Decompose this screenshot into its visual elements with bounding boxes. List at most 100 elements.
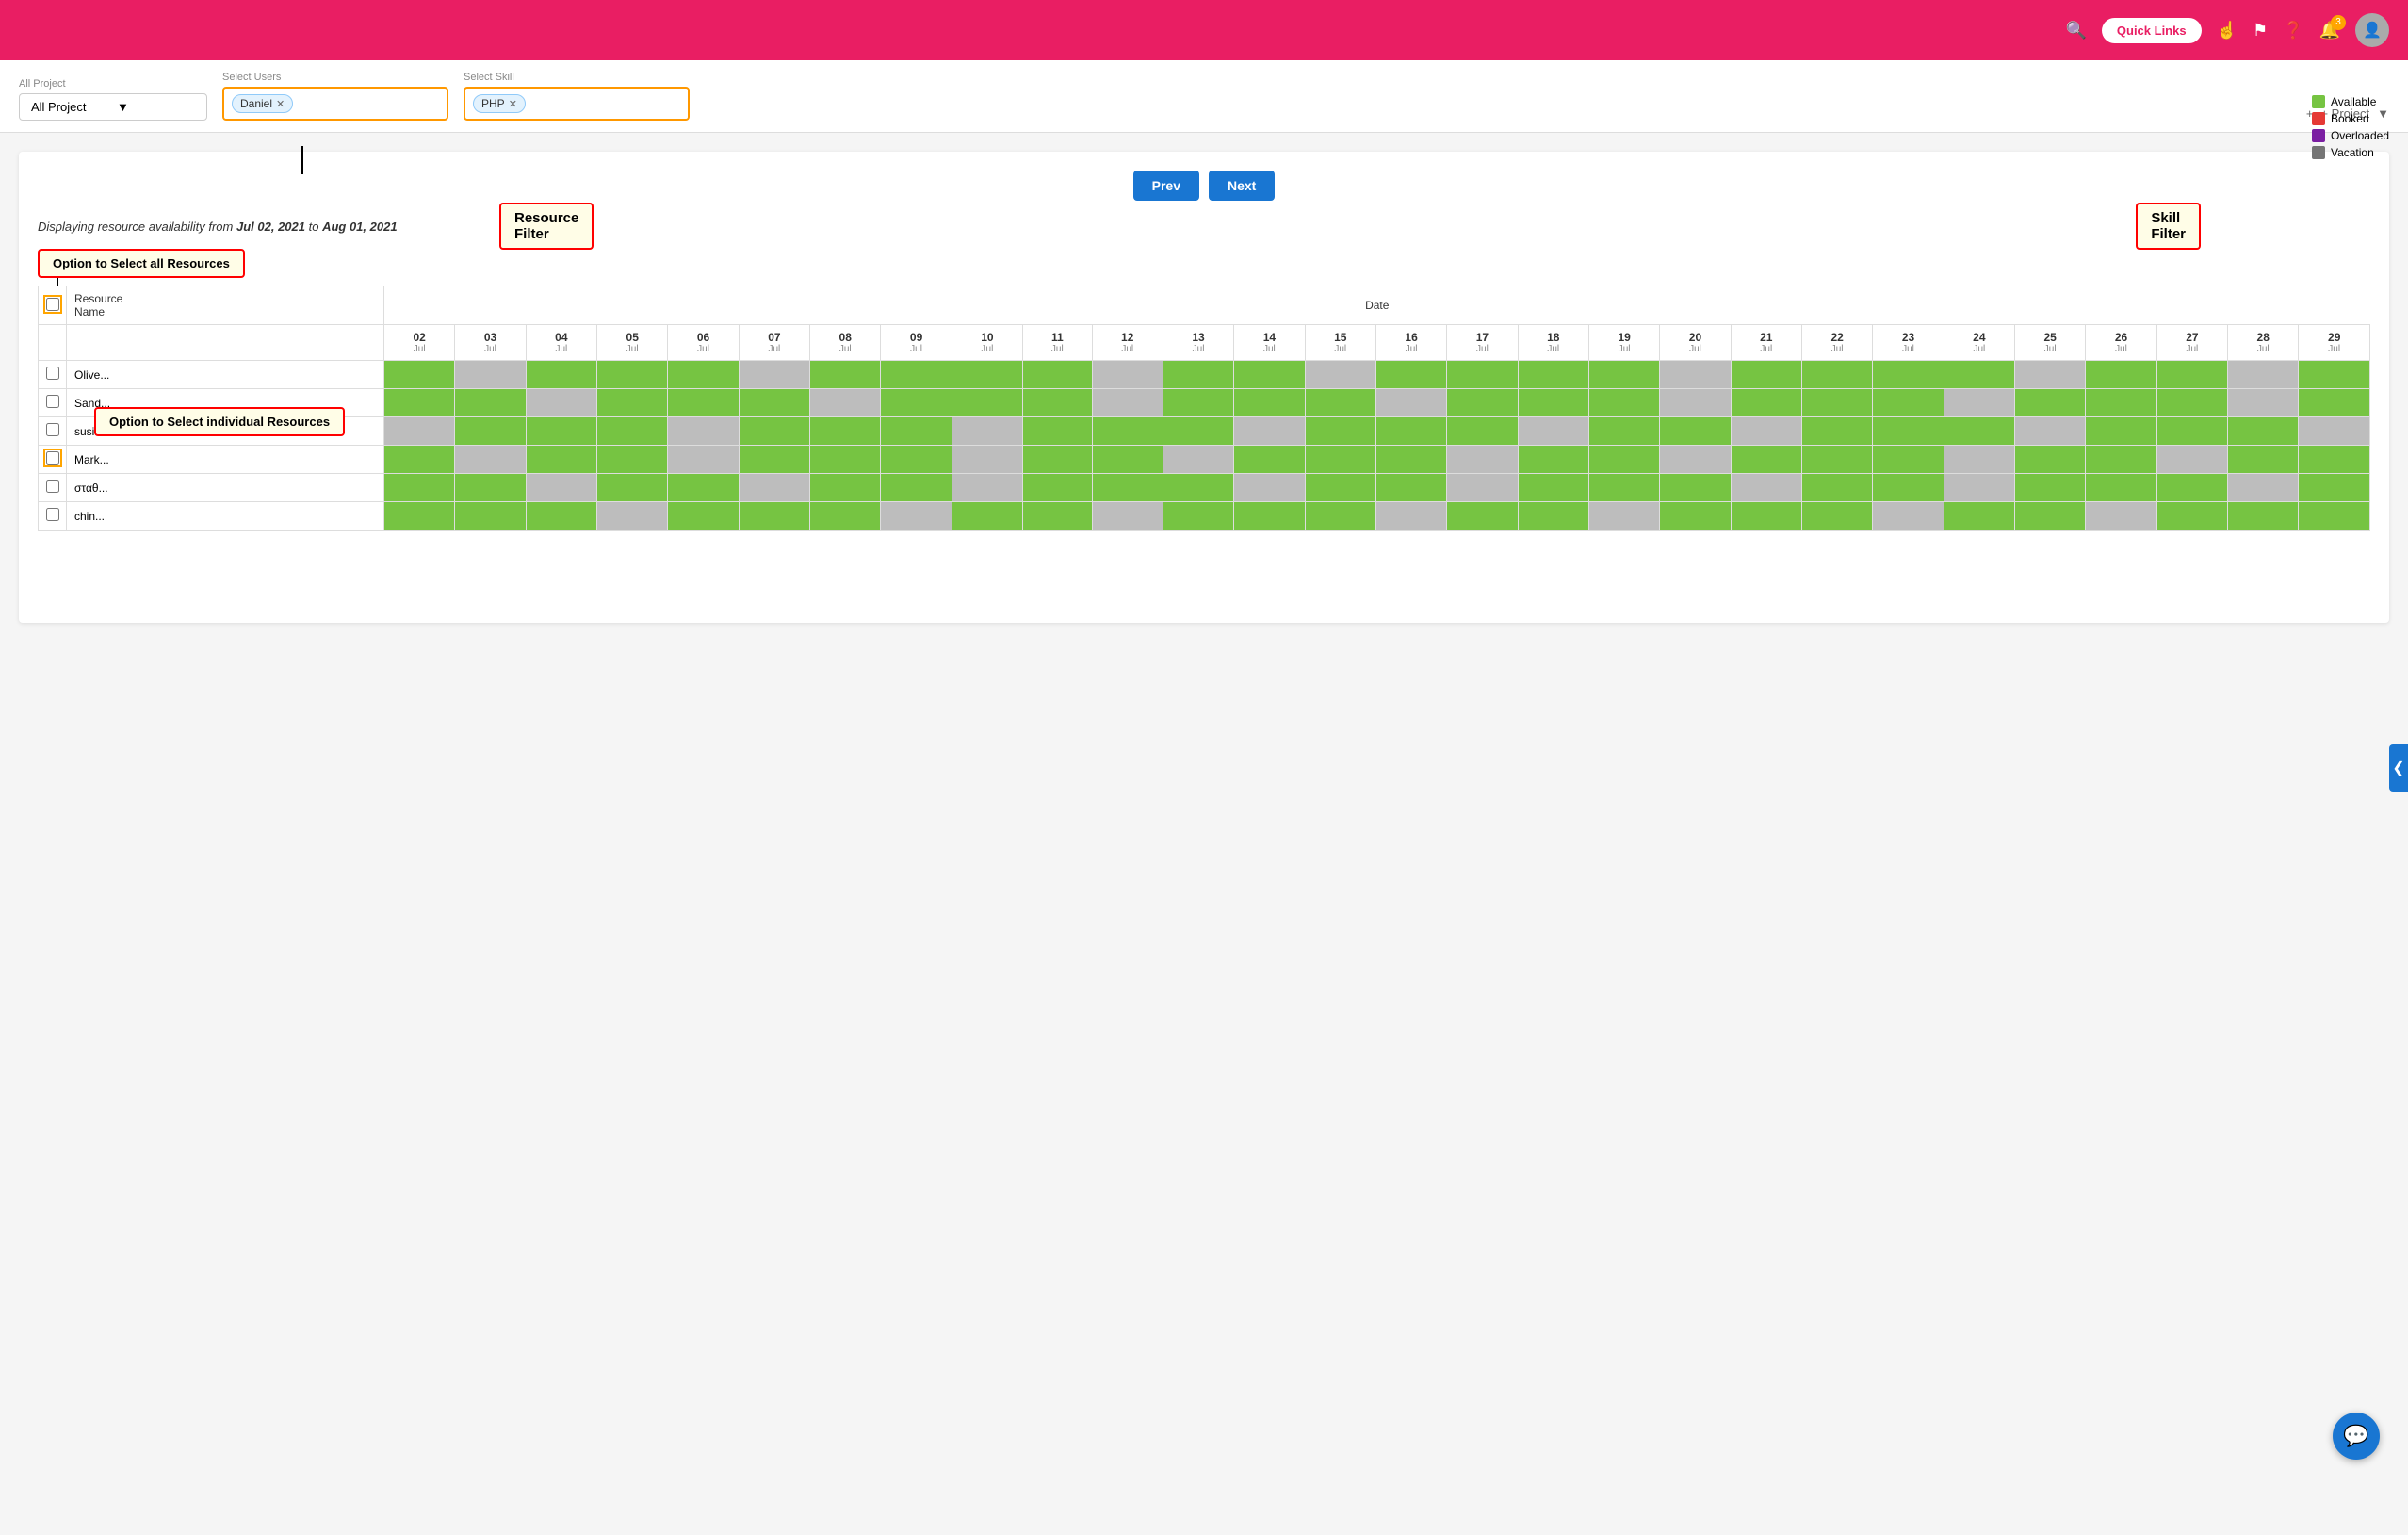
calendar-cell-0-13[interactable] xyxy=(1305,361,1375,389)
calendar-cell-5-9[interactable] xyxy=(1023,502,1092,531)
calendar-cell-1-23[interactable] xyxy=(2015,389,2086,417)
calendar-cell-0-1[interactable] xyxy=(455,361,526,389)
calendar-cell-4-9[interactable] xyxy=(1023,474,1092,502)
calendar-cell-3-15[interactable] xyxy=(1447,446,1518,474)
calendar-cell-5-27[interactable] xyxy=(2299,502,2370,531)
calendar-cell-5-24[interactable] xyxy=(2086,502,2156,531)
calendar-cell-1-26[interactable] xyxy=(2228,389,2299,417)
calendar-cell-3-2[interactable] xyxy=(526,446,596,474)
calendar-cell-1-0[interactable] xyxy=(384,389,455,417)
calendar-cell-1-25[interactable] xyxy=(2156,389,2227,417)
calendar-cell-1-20[interactable] xyxy=(1801,389,1872,417)
calendar-cell-5-0[interactable] xyxy=(384,502,455,531)
calendar-cell-1-11[interactable] xyxy=(1163,389,1233,417)
calendar-cell-2-1[interactable] xyxy=(455,417,526,446)
help-icon[interactable]: ❓ xyxy=(2283,21,2303,41)
calendar-cell-0-8[interactable] xyxy=(952,361,1022,389)
calendar-cell-3-5[interactable] xyxy=(739,446,809,474)
calendar-cell-3-8[interactable] xyxy=(952,446,1022,474)
calendar-cell-0-10[interactable] xyxy=(1092,361,1163,389)
calendar-cell-4-20[interactable] xyxy=(1801,474,1872,502)
calendar-cell-4-23[interactable] xyxy=(2015,474,2086,502)
calendar-cell-4-17[interactable] xyxy=(1588,474,1659,502)
calendar-cell-4-27[interactable] xyxy=(2299,474,2370,502)
calendar-cell-3-26[interactable] xyxy=(2228,446,2299,474)
calendar-cell-0-12[interactable] xyxy=(1234,361,1305,389)
calendar-cell-3-9[interactable] xyxy=(1023,446,1092,474)
calendar-cell-1-19[interactable] xyxy=(1731,389,1801,417)
calendar-cell-5-15[interactable] xyxy=(1447,502,1518,531)
select-all-checkbox[interactable] xyxy=(46,298,59,311)
calendar-cell-4-10[interactable] xyxy=(1092,474,1163,502)
calendar-cell-3-14[interactable] xyxy=(1375,446,1446,474)
calendar-cell-4-25[interactable] xyxy=(2156,474,2227,502)
calendar-cell-0-26[interactable] xyxy=(2228,361,2299,389)
calendar-cell-2-25[interactable] xyxy=(2156,417,2227,446)
calendar-cell-4-18[interactable] xyxy=(1660,474,1731,502)
calendar-cell-5-8[interactable] xyxy=(952,502,1022,531)
select-skill-input[interactable]: PHP ✕ xyxy=(464,87,690,121)
calendar-cell-3-27[interactable] xyxy=(2299,446,2370,474)
calendar-cell-2-5[interactable] xyxy=(739,417,809,446)
calendar-cell-5-23[interactable] xyxy=(2015,502,2086,531)
calendar-cell-3-19[interactable] xyxy=(1731,446,1801,474)
calendar-cell-5-7[interactable] xyxy=(881,502,952,531)
calendar-cell-2-13[interactable] xyxy=(1305,417,1375,446)
calendar-cell-0-23[interactable] xyxy=(2015,361,2086,389)
calendar-cell-0-4[interactable] xyxy=(668,361,739,389)
calendar-cell-5-11[interactable] xyxy=(1163,502,1233,531)
calendar-cell-5-19[interactable] xyxy=(1731,502,1801,531)
calendar-cell-1-13[interactable] xyxy=(1305,389,1375,417)
calendar-cell-1-12[interactable] xyxy=(1234,389,1305,417)
calendar-cell-1-14[interactable] xyxy=(1375,389,1446,417)
calendar-cell-2-23[interactable] xyxy=(2015,417,2086,446)
calendar-cell-0-22[interactable] xyxy=(1944,361,2014,389)
calendar-cell-2-26[interactable] xyxy=(2228,417,2299,446)
calendar-cell-0-27[interactable] xyxy=(2299,361,2370,389)
chat-button[interactable]: 💬 xyxy=(2333,1413,2380,1460)
calendar-cell-3-1[interactable] xyxy=(455,446,526,474)
calendar-cell-2-16[interactable] xyxy=(1518,417,1588,446)
row-checkbox-3[interactable] xyxy=(46,451,59,465)
calendar-cell-1-9[interactable] xyxy=(1023,389,1092,417)
calendar-cell-1-1[interactable] xyxy=(455,389,526,417)
calendar-cell-3-21[interactable] xyxy=(1873,446,1944,474)
avatar[interactable]: 👤 xyxy=(2355,13,2389,47)
calendar-cell-0-19[interactable] xyxy=(1731,361,1801,389)
calendar-cell-3-24[interactable] xyxy=(2086,446,2156,474)
calendar-cell-0-7[interactable] xyxy=(881,361,952,389)
calendar-cell-1-2[interactable] xyxy=(526,389,596,417)
calendar-cell-0-0[interactable] xyxy=(384,361,455,389)
calendar-cell-5-12[interactable] xyxy=(1234,502,1305,531)
calendar-cell-2-3[interactable] xyxy=(597,417,668,446)
calendar-cell-1-6[interactable] xyxy=(810,389,881,417)
remove-skill-tag[interactable]: ✕ xyxy=(509,98,517,110)
sidebar-toggle[interactable]: ❮ xyxy=(2389,744,2408,792)
calendar-cell-4-5[interactable] xyxy=(739,474,809,502)
select-users-input[interactable]: Daniel ✕ xyxy=(222,87,448,121)
prev-button[interactable]: Prev xyxy=(1133,171,1199,201)
calendar-cell-3-10[interactable] xyxy=(1092,446,1163,474)
calendar-cell-4-4[interactable] xyxy=(668,474,739,502)
calendar-cell-3-11[interactable] xyxy=(1163,446,1233,474)
calendar-cell-5-16[interactable] xyxy=(1518,502,1588,531)
calendar-cell-0-6[interactable] xyxy=(810,361,881,389)
calendar-cell-5-2[interactable] xyxy=(526,502,596,531)
calendar-cell-3-18[interactable] xyxy=(1660,446,1731,474)
calendar-cell-2-20[interactable] xyxy=(1801,417,1872,446)
calendar-cell-3-7[interactable] xyxy=(881,446,952,474)
calendar-cell-1-15[interactable] xyxy=(1447,389,1518,417)
calendar-cell-4-15[interactable] xyxy=(1447,474,1518,502)
remove-user-tag[interactable]: ✕ xyxy=(276,98,285,110)
search-icon[interactable]: 🔍 xyxy=(2065,21,2086,41)
calendar-cell-2-8[interactable] xyxy=(952,417,1022,446)
calendar-cell-4-14[interactable] xyxy=(1375,474,1446,502)
calendar-cell-2-15[interactable] xyxy=(1447,417,1518,446)
calendar-cell-1-22[interactable] xyxy=(1944,389,2014,417)
calendar-cell-5-20[interactable] xyxy=(1801,502,1872,531)
next-button[interactable]: Next xyxy=(1209,171,1275,201)
calendar-cell-1-27[interactable] xyxy=(2299,389,2370,417)
notification-icon[interactable]: 🔔 3 xyxy=(2319,21,2340,41)
calendar-cell-2-4[interactable] xyxy=(668,417,739,446)
calendar-cell-4-1[interactable] xyxy=(455,474,526,502)
